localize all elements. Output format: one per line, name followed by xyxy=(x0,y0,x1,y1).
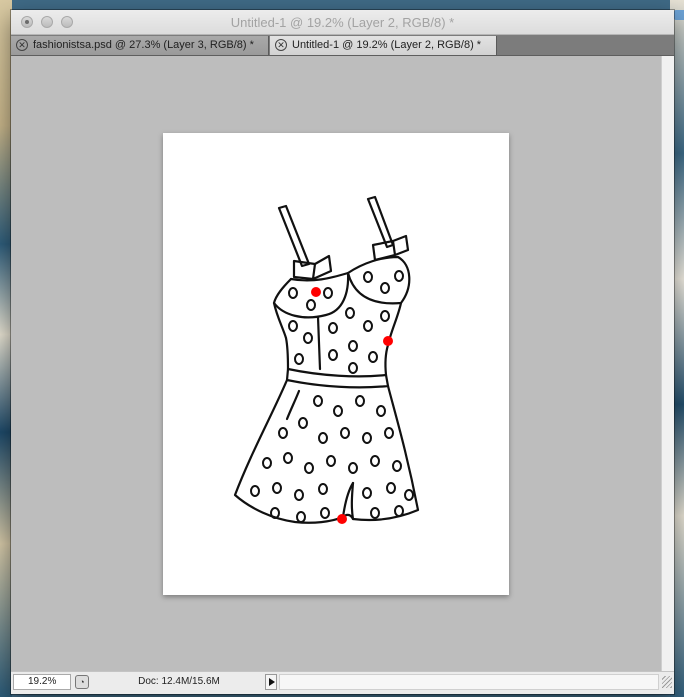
tab-label: fashionistsa.psd @ 27.3% (Layer 3, RGB/8… xyxy=(33,39,254,51)
right-strap xyxy=(366,195,395,249)
close-tab-icon[interactable]: ✕ xyxy=(16,39,28,51)
document-canvas[interactable] xyxy=(163,133,509,595)
pocket-line xyxy=(285,389,301,421)
marker-side xyxy=(383,336,393,346)
horizontal-scrollbar[interactable] xyxy=(279,674,659,690)
status-menu-arrow-icon[interactable] xyxy=(265,674,277,690)
marker-bust xyxy=(311,287,321,297)
resize-grip-icon[interactable] xyxy=(662,676,672,688)
desktop-folder-icon[interactable] xyxy=(674,10,684,20)
document-size-info: Doc: 12.4M/15.6M xyxy=(138,676,220,687)
photoshop-document-window: Untitled-1 @ 19.2% (Layer 2, RGB/8) * ✕ … xyxy=(11,10,674,694)
status-info-icon[interactable]: ◔ xyxy=(75,675,89,689)
crotch-seam xyxy=(350,481,355,521)
left-strap xyxy=(277,204,311,268)
document-tab-bar: ✕ fashionistsa.psd @ 27.3% (Layer 3, RGB… xyxy=(11,35,674,56)
waistband xyxy=(285,367,390,389)
marker-hem xyxy=(337,514,347,524)
zoom-level-field[interactable]: 19.2% xyxy=(13,674,71,690)
tab-label: Untitled-1 @ 19.2% (Layer 2, RGB/8) * xyxy=(292,39,482,51)
romper-drawing xyxy=(233,195,420,524)
vertical-scrollbar[interactable] xyxy=(661,56,674,671)
window-title: Untitled-1 @ 19.2% (Layer 2, RGB/8) * xyxy=(230,15,455,30)
close-tab-icon[interactable]: ✕ xyxy=(275,39,287,51)
tab-untitled-1[interactable]: ✕ Untitled-1 @ 19.2% (Layer 2, RGB/8) * xyxy=(270,36,497,55)
tab-fashionistsa[interactable]: ✕ fashionistsa.psd @ 27.3% (Layer 3, RGB… xyxy=(11,36,269,55)
canvas-workspace[interactable] xyxy=(11,56,661,671)
center-seam xyxy=(316,315,322,371)
title-bar[interactable]: Untitled-1 @ 19.2% (Layer 2, RGB/8) * xyxy=(11,10,674,35)
status-bar: 19.2% ◔ Doc: 12.4M/15.6M xyxy=(11,671,674,694)
